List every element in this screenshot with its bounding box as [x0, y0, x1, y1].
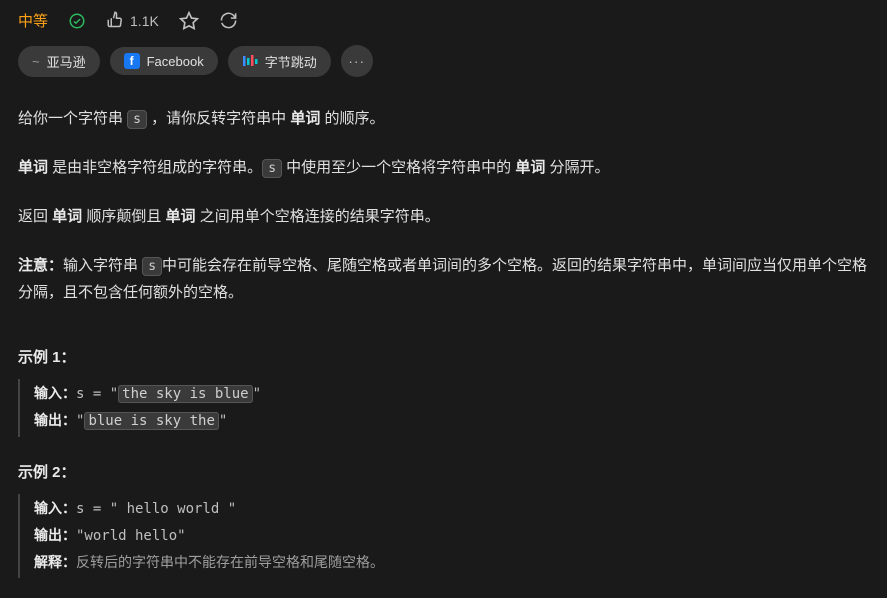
example-output: 输出："world hello"	[34, 523, 869, 550]
example-explain: 解释：反转后的字符串中不能存在前导空格和尾随空格。	[34, 550, 869, 577]
paragraph: 给你一个字符串 s ，请你反转字符串中 单词 的顺序。	[18, 105, 869, 132]
io-highlight: the sky is blue	[118, 385, 252, 403]
io-label: 输入：	[34, 500, 76, 516]
thumbs-up-icon	[106, 10, 124, 31]
problem-header: 中等 1.1K	[18, 10, 869, 31]
text: 输入字符串	[63, 257, 142, 274]
paragraph: 注意：输入字符串 s中可能会存在前导空格、尾随空格或者单词间的多个空格。返回的结…	[18, 252, 869, 306]
solved-icon	[68, 12, 86, 30]
tag-label: 亚马逊	[47, 52, 86, 71]
example-input: 输入：s = "the sky is blue"	[34, 381, 869, 408]
tag-label: 字节跳动	[265, 52, 317, 71]
paragraph: 单词 是由非空格字符组成的字符串。s 中使用至少一个空格将字符串中的 单词 分隔…	[18, 154, 869, 181]
example-input: 输入：s = " hello world "	[34, 496, 869, 523]
io-value: "	[219, 413, 227, 429]
example-title: 示例 1：	[18, 346, 869, 367]
explain-text: 反转后的字符串中不能存在前导空格和尾随空格。	[76, 554, 384, 570]
bold: 单词	[52, 208, 82, 225]
text: 之间用单个空格连接的结果字符串。	[196, 208, 440, 225]
tag-amazon[interactable]: ~ 亚马逊	[18, 46, 100, 77]
io-value: "	[253, 386, 261, 402]
bold: 单词	[290, 110, 320, 127]
paragraph: 返回 单词 顺序颠倒且 单词 之间用单个空格连接的结果字符串。	[18, 203, 869, 230]
difficulty-label: 中等	[18, 10, 48, 31]
text: 给你一个字符串	[18, 110, 127, 127]
text: 顺序颠倒且	[82, 208, 165, 225]
tag-label: Facebook	[147, 54, 204, 69]
io-label: 输出：	[34, 527, 76, 543]
like-button[interactable]: 1.1K	[106, 10, 159, 31]
code-inline: s	[262, 159, 282, 178]
example-title: 示例 2：	[18, 461, 869, 482]
io-label: 输出：	[34, 412, 76, 428]
io-value: s = "	[76, 386, 118, 402]
text: 中使用至少一个空格将字符串中的	[282, 159, 515, 176]
text: 分隔开。	[545, 159, 609, 176]
like-count: 1.1K	[130, 13, 159, 29]
more-tags-button[interactable]: ···	[341, 45, 373, 77]
favorite-button[interactable]	[179, 11, 199, 31]
code-inline: s	[127, 110, 147, 129]
io-value: s = " hello world "	[76, 501, 236, 517]
text: 返回	[18, 208, 52, 225]
facebook-icon: f	[124, 53, 140, 69]
tag-bytedance[interactable]: 字节跳动	[228, 46, 331, 77]
bold: 单词	[515, 159, 545, 176]
text: ，请你反转字符串中	[147, 110, 290, 127]
example-block: 输入：s = "the sky is blue" 输出："blue is sky…	[18, 379, 869, 437]
bold: 注意：	[18, 257, 63, 274]
example-block: 输入：s = " hello world " 输出："world hello" …	[18, 494, 869, 579]
bytedance-icon	[242, 53, 258, 69]
io-label: 输入：	[34, 385, 76, 401]
code-inline: s	[142, 257, 162, 276]
text: 的顺序。	[320, 110, 384, 127]
io-highlight: blue is sky the	[84, 412, 218, 430]
io-value: "world hello"	[76, 528, 186, 544]
tag-facebook[interactable]: f Facebook	[110, 47, 218, 75]
io-label: 解释：	[34, 554, 76, 570]
problem-description: 给你一个字符串 s ，请你反转字符串中 单词 的顺序。 单词 是由非空格字符组成…	[18, 105, 869, 578]
refresh-button[interactable]	[219, 11, 238, 30]
tag-prefix-icon: ~	[32, 54, 40, 69]
example-output: 输出："blue is sky the"	[34, 408, 869, 435]
text: 是由非空格字符组成的字符串。	[48, 159, 262, 176]
bold: 单词	[166, 208, 196, 225]
bold: 单词	[18, 159, 48, 176]
company-tags: ~ 亚马逊 f Facebook 字节跳动 ···	[18, 45, 869, 77]
